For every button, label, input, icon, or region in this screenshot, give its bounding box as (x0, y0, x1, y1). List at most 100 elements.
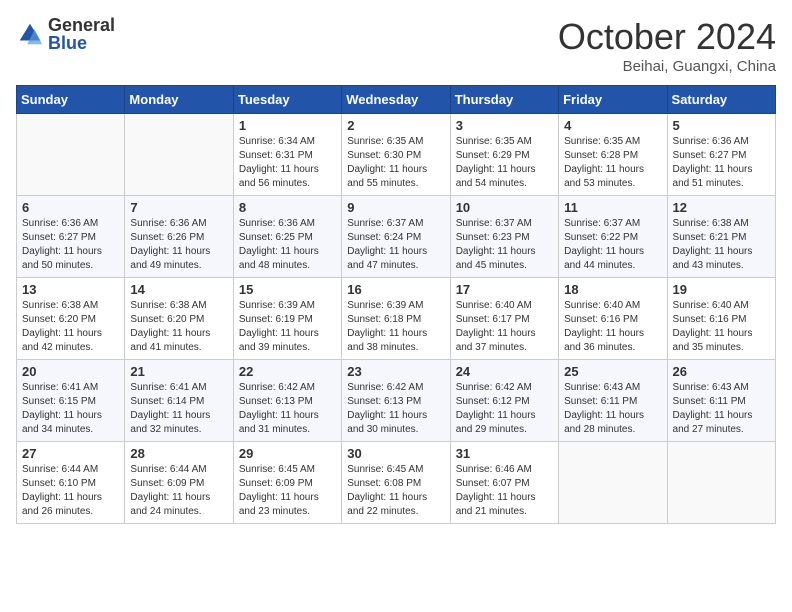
day-number: 16 (347, 282, 444, 297)
calendar-cell: 27 Sunrise: 6:44 AMSunset: 6:10 PMDayligh… (17, 442, 125, 524)
calendar-cell: 16 Sunrise: 6:39 AMSunset: 6:18 PMDayligh… (342, 278, 450, 360)
day-info: Sunrise: 6:35 AMSunset: 6:29 PMDaylight:… (456, 135, 553, 191)
day-number: 25 (564, 364, 661, 379)
calendar: SundayMondayTuesdayWednesdayThursdayFrid… (16, 85, 776, 524)
weekday-header-wednesday: Wednesday (342, 86, 450, 114)
calendar-week-5: 27 Sunrise: 6:44 AMSunset: 6:10 PMDayligh… (17, 442, 776, 524)
calendar-cell (559, 442, 667, 524)
calendar-cell: 30 Sunrise: 6:45 AMSunset: 6:08 PMDayligh… (342, 442, 450, 524)
weekday-header-thursday: Thursday (450, 86, 558, 114)
weekday-header-sunday: Sunday (17, 86, 125, 114)
day-number: 22 (239, 364, 336, 379)
calendar-cell: 20 Sunrise: 6:41 AMSunset: 6:15 PMDayligh… (17, 360, 125, 442)
calendar-cell: 23Sunrise: 6:42 AMSunset: 6:13 PMDayligh… (342, 360, 450, 442)
calendar-cell: 2 Sunrise: 6:35 AMSunset: 6:30 PMDaylight… (342, 114, 450, 196)
day-info: Sunrise: 6:41 AMSunset: 6:15 PMDaylight:… (22, 381, 119, 437)
calendar-cell: 25 Sunrise: 6:43 AMSunset: 6:11 PMDayligh… (559, 360, 667, 442)
calendar-cell: 5 Sunrise: 6:36 AMSunset: 6:27 PMDaylight… (667, 114, 775, 196)
day-info: Sunrise: 6:35 AMSunset: 6:28 PMDaylight:… (564, 135, 661, 191)
day-number: 13 (22, 282, 119, 297)
day-number: 24 (456, 364, 553, 379)
day-number: 11 (564, 200, 661, 215)
calendar-cell: 22 Sunrise: 6:42 AMSunset: 6:13 PMDayligh… (233, 360, 341, 442)
calendar-week-3: 13 Sunrise: 6:38 AMSunset: 6:20 PMDayligh… (17, 278, 776, 360)
calendar-cell (17, 114, 125, 196)
day-number: 28 (130, 446, 227, 461)
day-info: Sunrise: 6:42 AMSunset: 6:13 PMDaylight:… (239, 381, 336, 437)
calendar-cell: 10Sunrise: 6:37 AMSunset: 6:23 PMDayligh… (450, 196, 558, 278)
day-number: 19 (673, 282, 770, 297)
calendar-cell: 13 Sunrise: 6:38 AMSunset: 6:20 PMDayligh… (17, 278, 125, 360)
weekday-header-monday: Monday (125, 86, 233, 114)
day-number: 3 (456, 118, 553, 133)
day-info: Sunrise: 6:36 AMSunset: 6:25 PMDaylight:… (239, 217, 336, 273)
day-info: Sunrise: 6:40 AMSunset: 6:17 PMDaylight:… (456, 299, 553, 355)
day-info: Sunrise: 6:44 AMSunset: 6:10 PMDaylight:… (22, 463, 119, 519)
day-number: 17 (456, 282, 553, 297)
calendar-cell: 3 Sunrise: 6:35 AMSunset: 6:29 PMDaylight… (450, 114, 558, 196)
day-info: Sunrise: 6:40 AMSunset: 6:16 PMDaylight:… (673, 299, 770, 355)
logo-text: General Blue (48, 16, 115, 52)
day-number: 2 (347, 118, 444, 133)
day-info: Sunrise: 6:38 AMSunset: 6:21 PMDaylight:… (673, 217, 770, 273)
day-info: Sunrise: 6:43 AMSunset: 6:11 PMDaylight:… (673, 381, 770, 437)
day-number: 5 (673, 118, 770, 133)
day-info: Sunrise: 6:36 AMSunset: 6:27 PMDaylight:… (22, 217, 119, 273)
day-number: 26 (673, 364, 770, 379)
day-info: Sunrise: 6:36 AMSunset: 6:26 PMDaylight:… (130, 217, 227, 273)
calendar-cell (667, 442, 775, 524)
calendar-cell: 14Sunrise: 6:38 AMSunset: 6:20 PMDayligh… (125, 278, 233, 360)
day-number: 29 (239, 446, 336, 461)
calendar-cell: 26 Sunrise: 6:43 AMSunset: 6:11 PMDayligh… (667, 360, 775, 442)
calendar-cell: 17 Sunrise: 6:40 AMSunset: 6:17 PMDayligh… (450, 278, 558, 360)
day-number: 6 (22, 200, 119, 215)
day-info: Sunrise: 6:41 AMSunset: 6:14 PMDaylight:… (130, 381, 227, 437)
logo-icon (16, 20, 44, 48)
calendar-cell: 29 Sunrise: 6:45 AMSunset: 6:09 PMDayligh… (233, 442, 341, 524)
calendar-cell: 24 Sunrise: 6:42 AMSunset: 6:12 PMDayligh… (450, 360, 558, 442)
day-info: Sunrise: 6:45 AMSunset: 6:09 PMDaylight:… (239, 463, 336, 519)
day-number: 15 (239, 282, 336, 297)
calendar-cell: 9Sunrise: 6:37 AMSunset: 6:24 PMDaylight… (342, 196, 450, 278)
day-number: 23 (347, 364, 444, 379)
weekday-header-friday: Friday (559, 86, 667, 114)
day-number: 30 (347, 446, 444, 461)
calendar-cell: 4 Sunrise: 6:35 AMSunset: 6:28 PMDaylight… (559, 114, 667, 196)
day-info: Sunrise: 6:46 AMSunset: 6:07 PMDaylight:… (456, 463, 553, 519)
day-number: 14 (130, 282, 227, 297)
day-number: 18 (564, 282, 661, 297)
day-number: 21 (130, 364, 227, 379)
day-number: 27 (22, 446, 119, 461)
day-number: 12 (673, 200, 770, 215)
calendar-cell: 21 Sunrise: 6:41 AMSunset: 6:14 PMDayligh… (125, 360, 233, 442)
calendar-cell: 6 Sunrise: 6:36 AMSunset: 6:27 PMDaylight… (17, 196, 125, 278)
day-number: 20 (22, 364, 119, 379)
day-info: Sunrise: 6:37 AMSunset: 6:24 PMDaylight:… (347, 217, 444, 273)
day-number: 1 (239, 118, 336, 133)
calendar-cell: 18Sunrise: 6:40 AMSunset: 6:16 PMDayligh… (559, 278, 667, 360)
calendar-cell: 7Sunrise: 6:36 AMSunset: 6:26 PMDaylight… (125, 196, 233, 278)
day-info: Sunrise: 6:42 AMSunset: 6:12 PMDaylight:… (456, 381, 553, 437)
calendar-week-2: 6 Sunrise: 6:36 AMSunset: 6:27 PMDaylight… (17, 196, 776, 278)
calendar-week-1: 1Sunrise: 6:34 AMSunset: 6:31 PMDaylight… (17, 114, 776, 196)
logo-general: General (48, 16, 115, 34)
weekday-header-saturday: Saturday (667, 86, 775, 114)
logo: General Blue (16, 16, 115, 52)
calendar-week-4: 20 Sunrise: 6:41 AMSunset: 6:15 PMDayligh… (17, 360, 776, 442)
day-number: 4 (564, 118, 661, 133)
day-info: Sunrise: 6:36 AMSunset: 6:27 PMDaylight:… (673, 135, 770, 191)
location: Beihai, Guangxi, China (558, 58, 776, 75)
calendar-cell (125, 114, 233, 196)
day-number: 31 (456, 446, 553, 461)
day-info: Sunrise: 6:43 AMSunset: 6:11 PMDaylight:… (564, 381, 661, 437)
day-info: Sunrise: 6:38 AMSunset: 6:20 PMDaylight:… (22, 299, 119, 355)
calendar-cell: 12 Sunrise: 6:38 AMSunset: 6:21 PMDayligh… (667, 196, 775, 278)
day-info: Sunrise: 6:35 AMSunset: 6:30 PMDaylight:… (347, 135, 444, 191)
day-info: Sunrise: 6:39 AMSunset: 6:18 PMDaylight:… (347, 299, 444, 355)
title-block: October 2024 Beihai, Guangxi, China (558, 16, 776, 75)
day-number: 8 (239, 200, 336, 215)
calendar-cell: 11Sunrise: 6:37 AMSunset: 6:22 PMDayligh… (559, 196, 667, 278)
day-info: Sunrise: 6:45 AMSunset: 6:08 PMDaylight:… (347, 463, 444, 519)
calendar-cell: 15Sunrise: 6:39 AMSunset: 6:19 PMDayligh… (233, 278, 341, 360)
weekday-header-tuesday: Tuesday (233, 86, 341, 114)
